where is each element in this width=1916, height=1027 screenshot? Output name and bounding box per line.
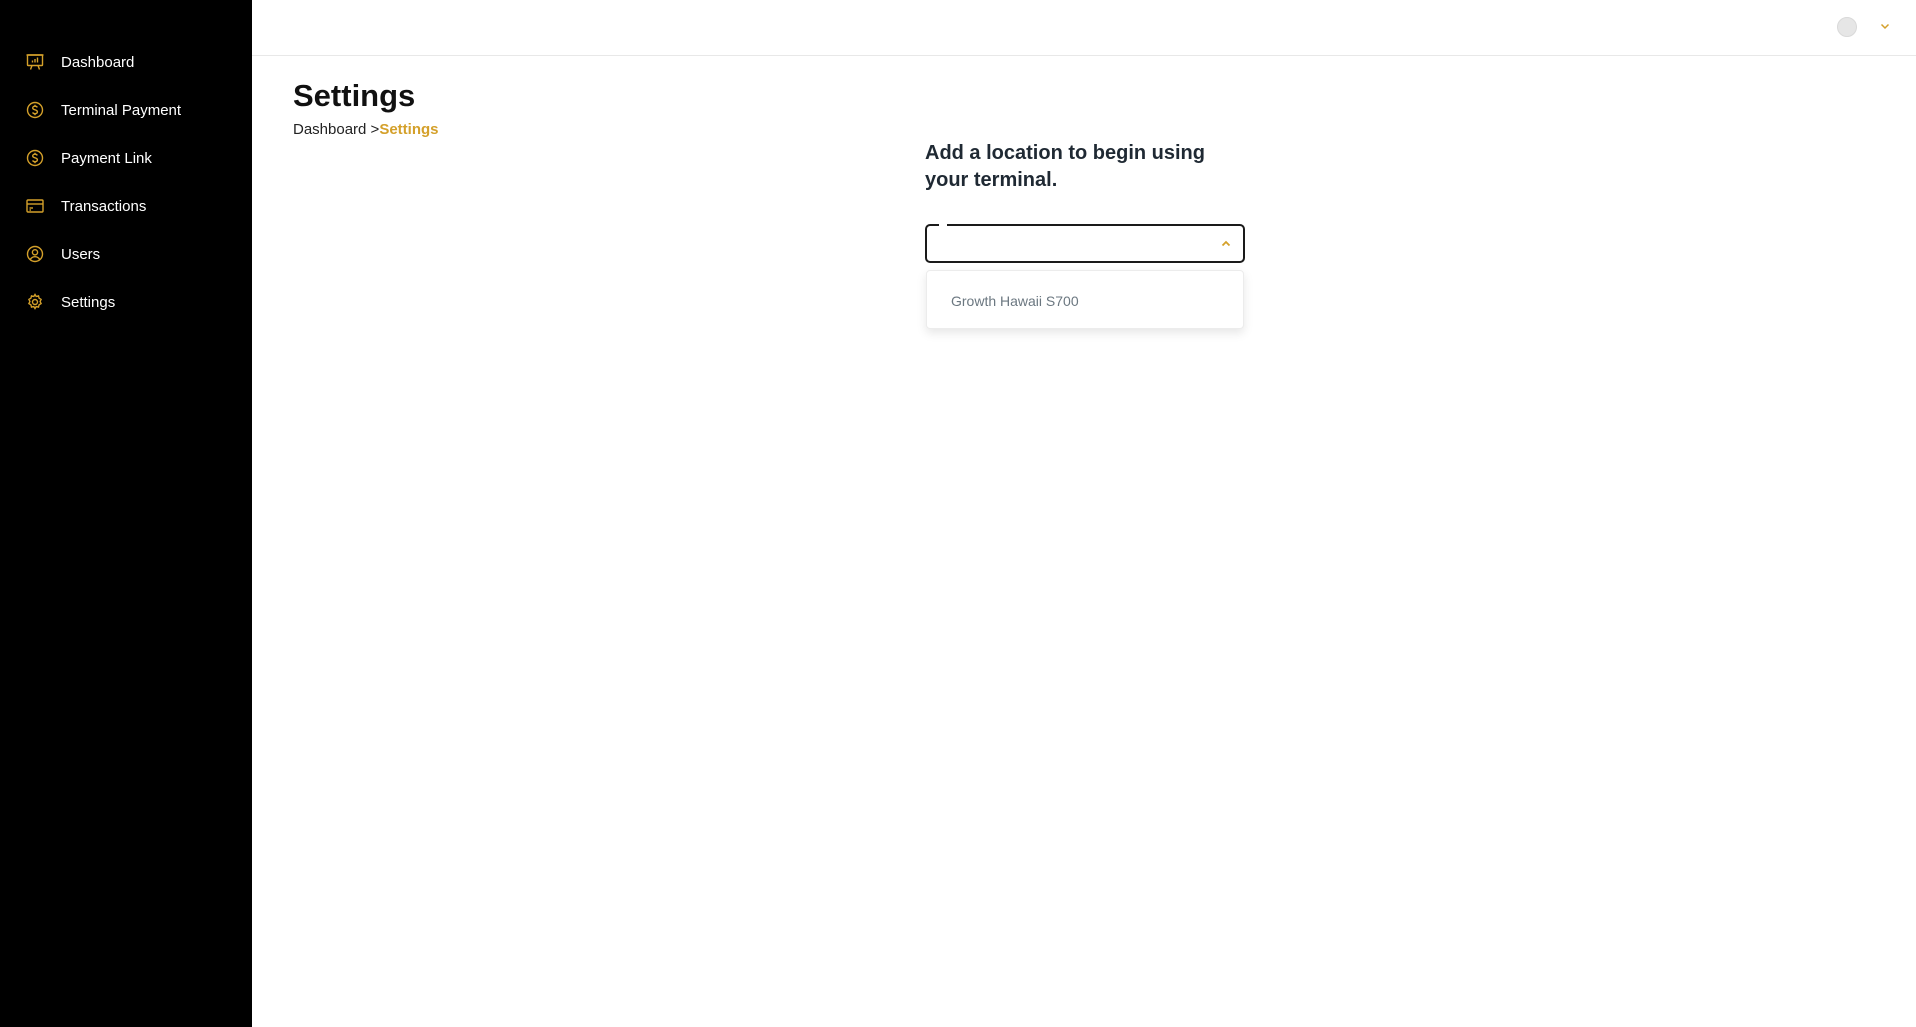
sidebar-item-users[interactable]: Users [25,242,100,266]
sidebar-item-label: Dashboard [61,53,135,71]
chevron-up-icon[interactable] [1219,237,1233,251]
chevron-down-icon[interactable] [1878,19,1892,33]
breadcrumb: Dashboard > Settings [293,121,439,138]
sidebar-item-settings[interactable]: Settings [25,290,115,314]
dollar-circle-icon [25,148,45,168]
sidebar-item-terminal-payment[interactable]: Terminal Payment [25,98,181,122]
sidebar-item-transactions[interactable]: Transactions [25,194,146,218]
gear-icon [25,292,45,312]
avatar[interactable] [1837,17,1857,37]
location-option[interactable]: Growth Hawaii S700 [927,271,1243,330]
location-dropdown: Growth Hawaii S700 [926,270,1244,329]
top-bar [252,0,1916,56]
sidebar: Dashboard Terminal Payment Payment Link [0,0,252,1027]
location-heading: Add a location to begin using your termi… [925,142,1205,191]
select-label-notch [939,223,947,227]
sidebar-item-label: Settings [61,293,116,311]
sidebar-item-label: Payment Link [61,149,152,167]
location-select[interactable] [925,223,1245,263]
sidebar-item-payment-link[interactable]: Payment Link [25,146,152,170]
sidebar-item-label: Terminal Payment [61,101,182,119]
sidebar-item-label: Users [61,245,101,263]
page-title: Settings [293,78,416,113]
breadcrumb-root[interactable]: Dashboard > [293,121,379,138]
sidebar-item-dashboard[interactable]: Dashboard [25,50,134,74]
sidebar-item-label: Transactions [61,197,147,215]
breadcrumb-current: Settings [379,121,439,138]
user-circle-icon [25,244,45,264]
presentation-chart-icon [25,52,45,72]
credit-card-icon [25,196,45,216]
dollar-circle-icon [25,100,45,120]
